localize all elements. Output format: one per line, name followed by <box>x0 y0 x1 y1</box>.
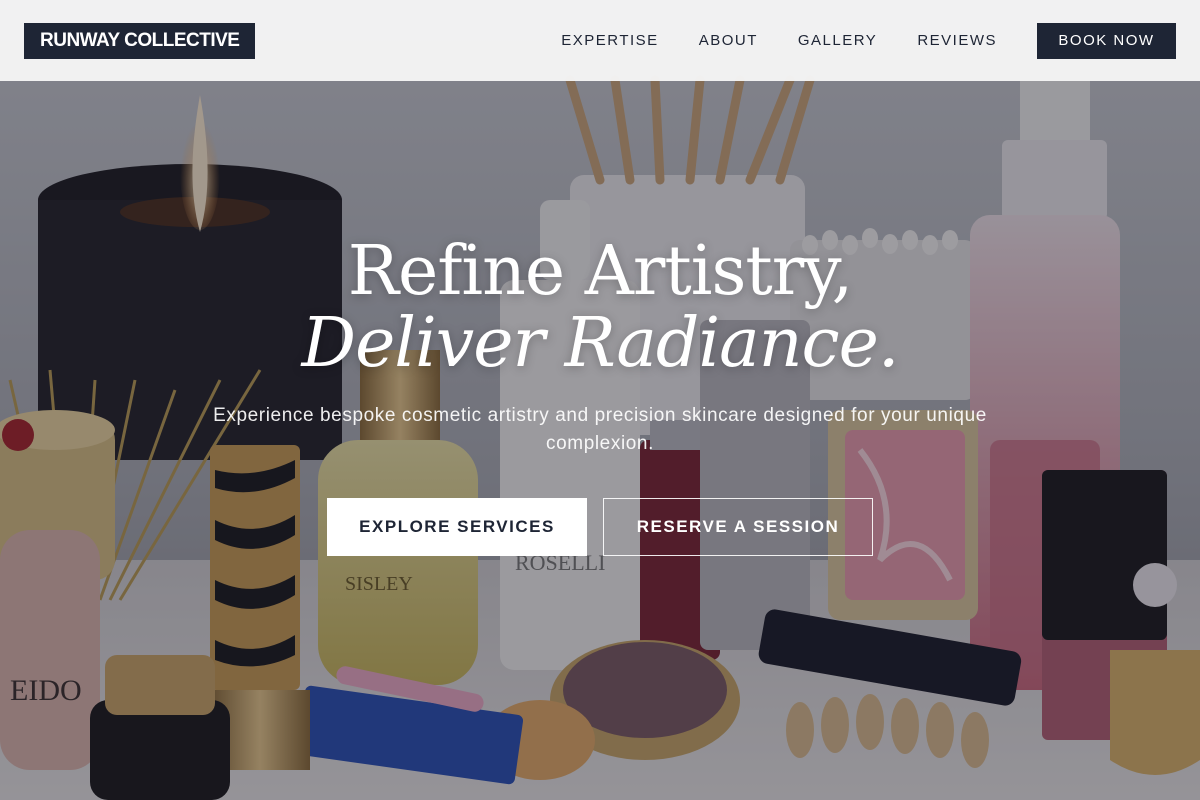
nav-link-about[interactable]: ABOUT <box>699 32 758 49</box>
book-now-button[interactable]: BOOK NOW <box>1037 22 1176 59</box>
hero-content: Refine Artistry, Deliver Radiance. Exper… <box>0 236 1200 556</box>
reserve-session-button[interactable]: RESERVE A SESSION <box>603 498 873 556</box>
nav-link-expertise[interactable]: EXPERTISE <box>561 32 658 49</box>
hero-cta-row: EXPLORE SERVICES RESERVE A SESSION <box>0 498 1200 556</box>
site-header: RUNWAY COLLECTIVE EXPERTISE ABOUT GALLER… <box>0 0 1200 81</box>
main-nav: EXPERTISE ABOUT GALLERY REVIEWS <box>561 32 997 49</box>
explore-services-button[interactable]: EXPLORE SERVICES <box>327 498 587 556</box>
nav-link-gallery[interactable]: GALLERY <box>798 32 877 49</box>
landing-page: EIDO SISLEY ROSELLI RUNWAY COLLECTIVE EX… <box>0 0 1200 800</box>
hero-subtext: Experience bespoke cosmetic artistry and… <box>213 405 987 454</box>
hero-headline-line2: Deliver Radiance. <box>301 304 900 383</box>
hero-headline-line1: Refine Artistry, <box>347 232 853 311</box>
nav-link-reviews[interactable]: REVIEWS <box>917 32 997 49</box>
brand-logo[interactable]: RUNWAY COLLECTIVE <box>24 22 256 59</box>
